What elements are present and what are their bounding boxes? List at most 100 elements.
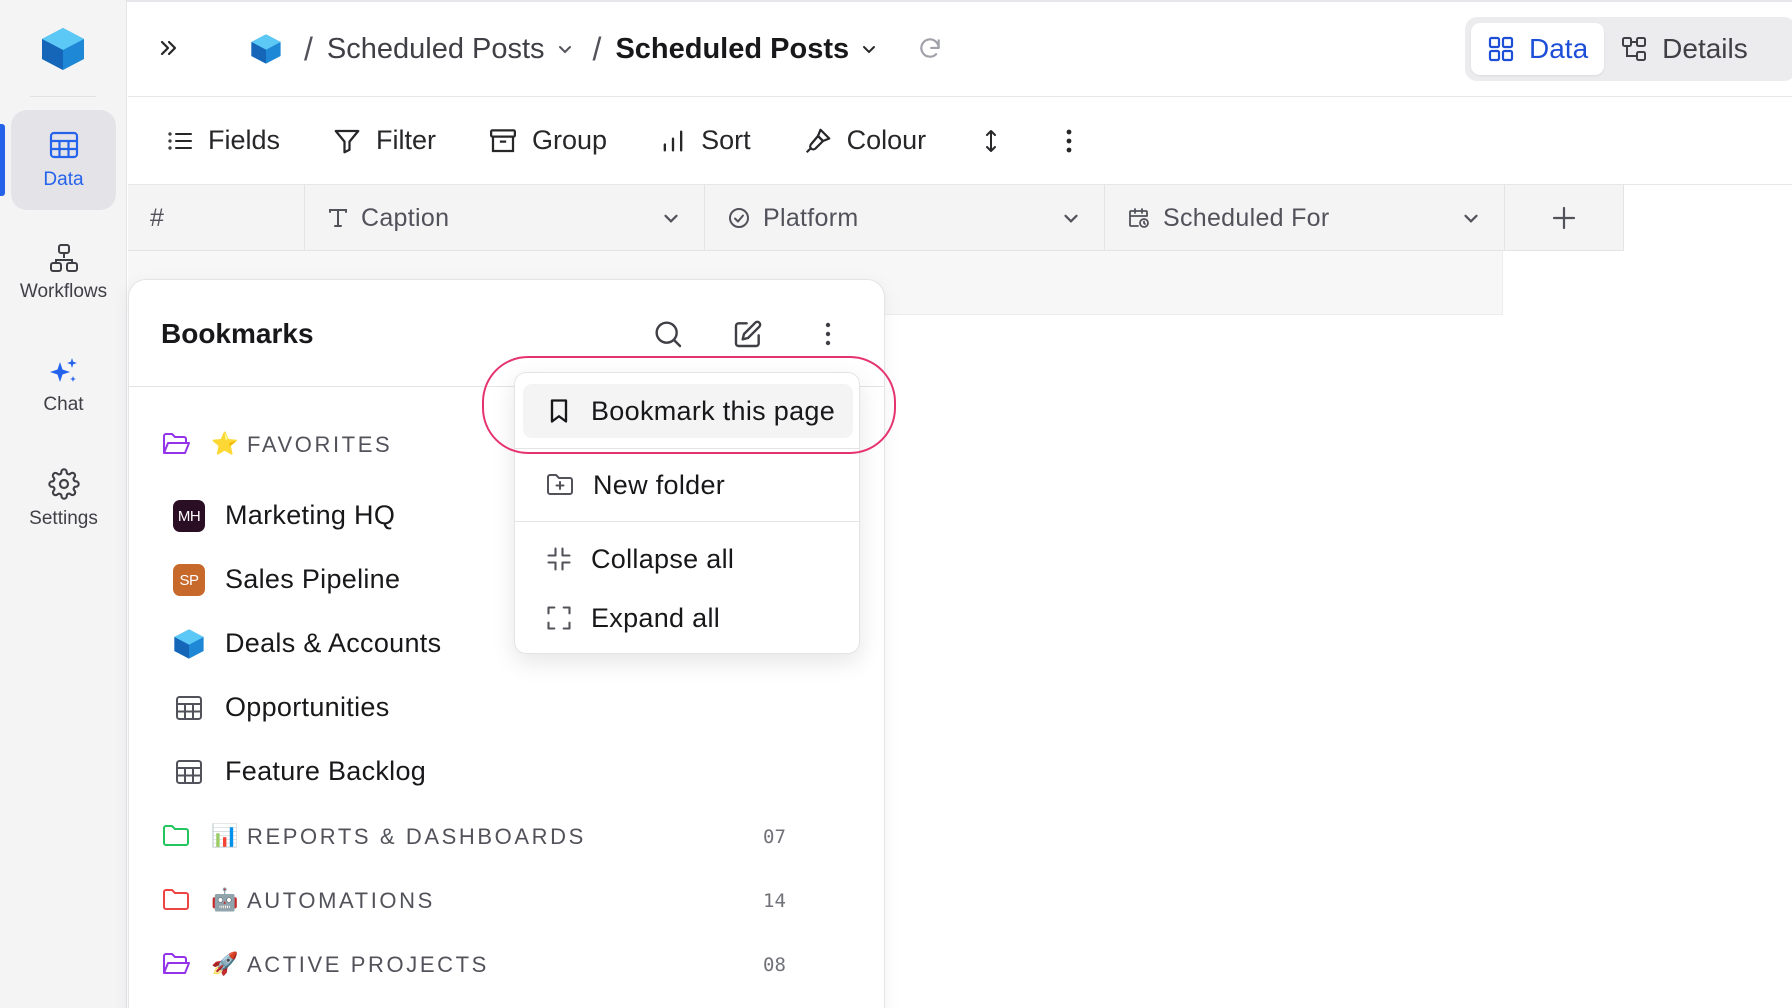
refresh-icon [920,38,940,58]
rail-label: Settings [29,508,98,529]
rail-item-data[interactable]: Data [11,110,116,210]
bookmark-item-feature-backlog[interactable]: Feature Backlog [129,744,884,800]
folder-count: 07 [763,826,786,848]
breadcrumb-base[interactable]: Scheduled Posts [327,33,575,66]
bookmarks-more-button[interactable] [810,316,846,352]
bookmark-label: Marketing HQ [225,500,396,530]
chevron-down-icon[interactable] [1060,207,1082,229]
edit-icon [734,320,762,348]
workspace-badge: SP [173,564,205,596]
row-height-button[interactable] [978,127,1004,155]
folder-label: AUTOMATIONS [247,888,435,913]
archive-icon [490,128,517,152]
bar-chart-emoji-icon: 📊 [211,823,239,848]
column-header-caption[interactable]: Caption [305,185,705,251]
breadcrumb-separator: / [592,30,602,67]
calendar-clock-icon [1129,208,1149,228]
rail-active-indicator [0,124,5,196]
bookmark-label: Feature Backlog [225,756,427,786]
menu-item-label: Bookmark this page [591,395,836,426]
table-icon [173,692,205,724]
bookmark-item-opportunities[interactable]: Opportunities [129,680,884,736]
folder-icon [163,889,189,910]
filter-icon [334,129,360,153]
view-label: Details [1662,33,1748,64]
sort-button[interactable]: Sort [659,125,751,156]
chevron-down-icon [863,46,876,54]
filter-button[interactable]: Filter [332,125,436,156]
filter-label: Filter [376,125,437,155]
robot-emoji-icon: 🤖 [211,887,239,912]
folder-automations[interactable]: 🤖 AUTOMATIONS 14 [129,872,884,928]
column-header-row-number[interactable]: # [128,185,305,251]
fields-label: Fields [208,125,281,155]
menu-item-label: Expand all [591,602,721,633]
breadcrumb-separator: / [304,30,313,67]
new-folder-item[interactable]: New folder [523,458,853,512]
folder-open-icon [163,953,190,974]
breadcrumb-table[interactable]: Scheduled Posts [615,33,879,66]
table-toolbar: Fields Filter Group Sort Colour [128,97,1792,185]
colour-label: Colour [846,125,927,155]
chevron-down-icon [558,46,571,54]
collapse-all-item[interactable]: Collapse all [523,532,853,586]
left-rail: Data Workflows Chat Settings [0,0,127,1008]
folder-plus-icon [547,474,573,495]
column-header-scheduled-for[interactable]: Scheduled For [1105,185,1505,251]
refresh-button[interactable] [917,36,943,62]
view-details-button[interactable]: Details [1604,23,1764,75]
expand-sidebar-button[interactable] [152,32,184,64]
more-vertical-icon [825,322,831,346]
workspace-logo-icon[interactable] [250,33,282,65]
bookmark-label: Deals & Accounts [225,628,442,658]
bar-chart-icon [663,130,683,151]
colour-button[interactable]: Colour [803,125,927,156]
rail-item-settings[interactable]: Settings [11,449,116,549]
view-data-button[interactable]: Data [1471,23,1605,75]
bookmarks-edit-button[interactable] [730,316,766,352]
rail-item-workflows[interactable]: Workflows [11,223,116,323]
folder-active-projects[interactable]: 🚀 ACTIVE PROJECTS 08 [129,936,884,992]
bookmarks-search-button[interactable] [650,316,686,352]
expand-all-item[interactable]: Expand all [523,591,853,645]
workspace-badge: MH [173,500,205,532]
add-column-button[interactable] [1505,185,1624,251]
group-label: Group [532,125,608,155]
folder-label: FAVORITES [247,432,393,457]
chevrons-right-icon [160,40,177,56]
sparkles-icon [49,358,77,382]
chevron-down-icon[interactable] [1460,207,1482,229]
rail-label: Workflows [19,281,108,302]
menu-item-label: Collapse all [591,543,735,574]
workflow-icon [49,244,78,272]
rail-divider [30,96,96,97]
bookmarks-title: Bookmarks [161,318,314,349]
menu-item-label: New folder [593,469,726,500]
bookmark-icon [550,399,568,423]
more-vertical-icon [1066,129,1072,152]
arrows-vertical-icon [986,129,997,152]
rocket-emoji-icon: 🚀 [211,951,239,976]
workspace-logo-icon [173,628,205,660]
view-label: Data [1529,33,1589,64]
column-label: Platform [763,203,859,232]
chevron-down-icon[interactable] [660,207,682,229]
folder-open-icon [163,433,190,454]
rail-item-chat[interactable]: Chat [11,336,116,436]
paint-brush-icon [805,128,830,153]
collapse-icon [547,547,571,571]
app-logo-icon[interactable] [40,26,86,72]
table-icon [49,131,78,159]
expand-icon [547,606,571,630]
more-options-button[interactable] [1064,127,1074,155]
fields-button[interactable]: Fields [166,125,280,156]
group-button[interactable]: Group [488,125,607,156]
grid-icon [1488,36,1514,62]
view-switcher: Data Details [1465,17,1792,81]
folder-reports-dashboards[interactable]: 📊 REPORTS & DASHBOARDS 07 [129,808,884,864]
bookmark-this-page-item[interactable]: Bookmark this page [523,384,853,438]
column-label: # [150,203,165,232]
column-header-platform[interactable]: Platform [705,185,1105,251]
breadcrumb: / Scheduled Posts / Scheduled Posts [250,26,943,72]
check-circle-icon [729,208,749,228]
